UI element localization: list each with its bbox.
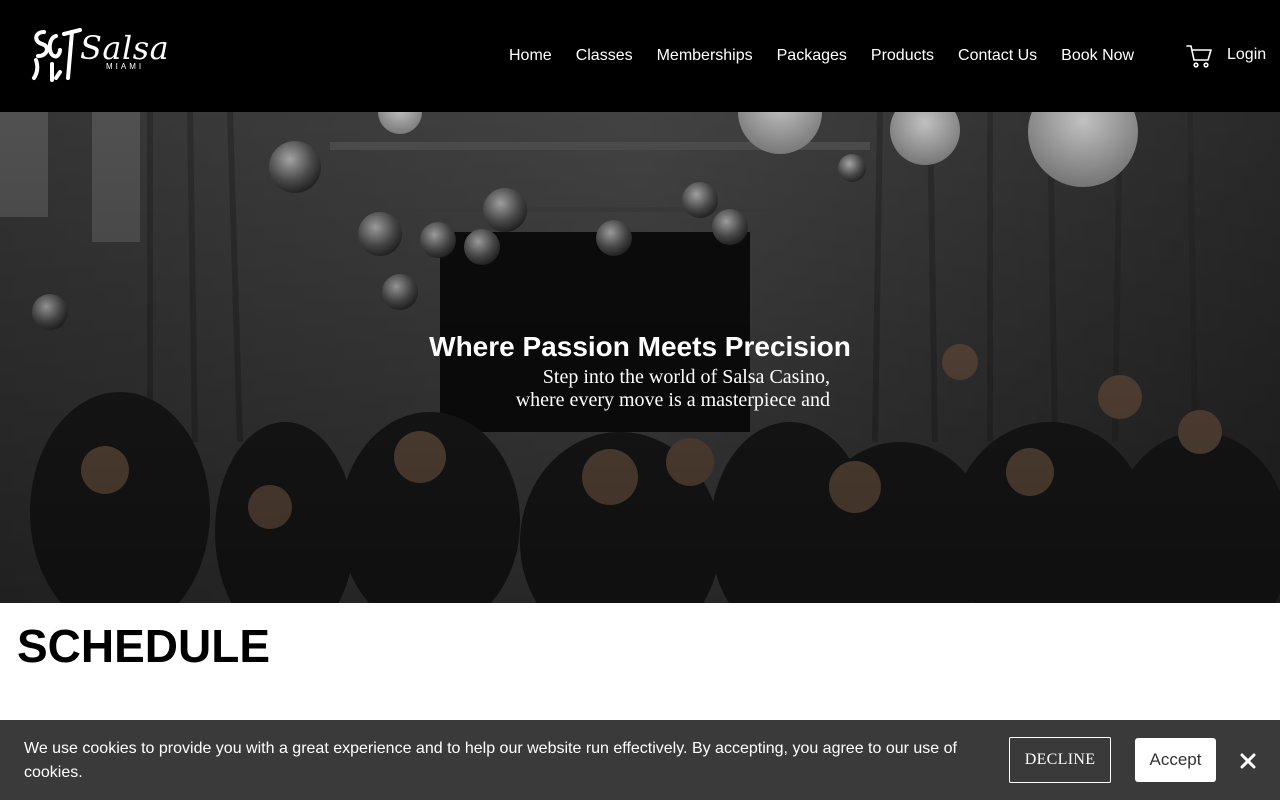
hero-subtitle-line-1: Step into the world of Salsa Casino,	[542, 366, 830, 388]
cookie-message: We use cookies to provide you with a gre…	[24, 740, 957, 781]
site-header: Salsa MIAMI Home Classes Memberships Pac…	[0, 0, 1280, 112]
logo-mark-icon	[32, 28, 82, 82]
accept-button[interactable]: Accept	[1135, 738, 1216, 782]
nav-classes[interactable]: Classes	[564, 46, 645, 66]
schedule-heading: SCHEDULE	[17, 620, 271, 672]
nav-products[interactable]: Products	[859, 46, 946, 66]
hero-banner: Where Passion Meets Precision Step into …	[0, 112, 1280, 603]
decline-button[interactable]: DECLINE	[1009, 737, 1111, 783]
nav-book-now[interactable]: Book Now	[1049, 46, 1146, 66]
nav-packages[interactable]: Packages	[765, 46, 859, 66]
hero-title: Where Passion Meets Precision	[429, 331, 851, 362]
hero-subtitle-line-2: where every move is a masterpiece and	[515, 389, 830, 411]
cart-icon[interactable]	[1185, 42, 1213, 70]
logo-subtitle: MIAMI	[106, 62, 145, 71]
main-nav: Home Classes Memberships Packages Produc…	[497, 45, 1146, 67]
nav-contact-us[interactable]: Contact Us	[946, 46, 1049, 66]
nav-memberships[interactable]: Memberships	[645, 46, 765, 66]
hero-subtitle: Step into the world of Salsa Casino, whe…	[440, 366, 830, 412]
login-link[interactable]: Login	[1227, 45, 1266, 65]
cookie-banner: We use cookies to provide you with a gre…	[0, 720, 1280, 800]
site-logo[interactable]: Salsa MIAMI	[30, 26, 169, 84]
nav-home[interactable]: Home	[497, 46, 564, 66]
logo-wordmark: Salsa	[80, 29, 170, 67]
close-icon[interactable]	[1238, 751, 1258, 771]
